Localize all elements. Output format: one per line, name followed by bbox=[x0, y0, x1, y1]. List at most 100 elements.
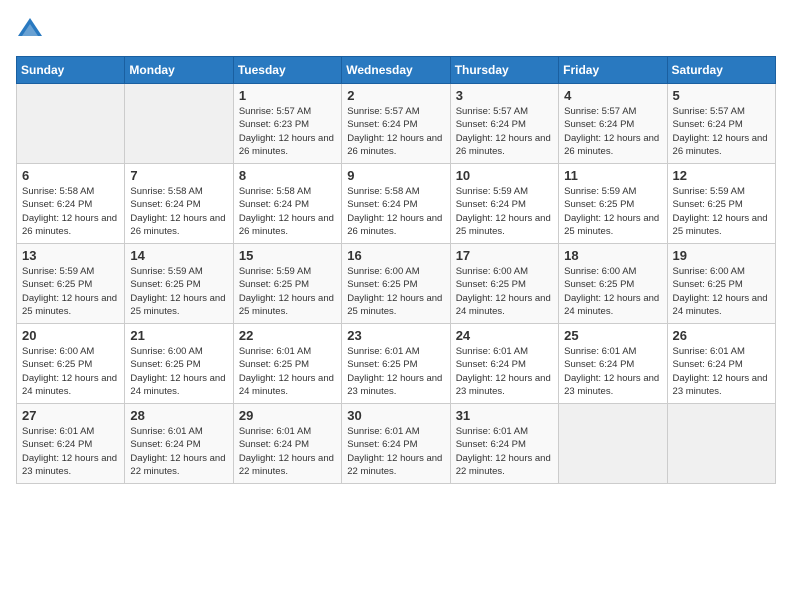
sunrise: Sunrise: 6:00 AM bbox=[347, 265, 444, 278]
sunrise: Sunrise: 6:00 AM bbox=[130, 345, 227, 358]
sunset: Sunset: 6:24 PM bbox=[456, 438, 553, 451]
sunset: Sunset: 6:24 PM bbox=[456, 118, 553, 131]
sunset: Sunset: 6:25 PM bbox=[673, 198, 770, 211]
calendar-cell: 28 Sunrise: 6:01 AM Sunset: 6:24 PM Dayl… bbox=[125, 404, 233, 484]
daylight: Daylight: 12 hours and 22 minutes. bbox=[347, 452, 444, 479]
daylight: Daylight: 12 hours and 26 minutes. bbox=[456, 132, 553, 159]
sunset: Sunset: 6:24 PM bbox=[456, 358, 553, 371]
daylight: Daylight: 12 hours and 26 minutes. bbox=[673, 132, 770, 159]
day-info: Sunrise: 6:01 AM Sunset: 6:24 PM Dayligh… bbox=[347, 425, 444, 478]
calendar-cell: 9 Sunrise: 5:58 AM Sunset: 6:24 PM Dayli… bbox=[342, 164, 450, 244]
day-number: 27 bbox=[22, 408, 119, 423]
sunset: Sunset: 6:25 PM bbox=[564, 198, 661, 211]
calendar-cell: 6 Sunrise: 5:58 AM Sunset: 6:24 PM Dayli… bbox=[17, 164, 125, 244]
day-number: 13 bbox=[22, 248, 119, 263]
sunrise: Sunrise: 5:57 AM bbox=[239, 105, 336, 118]
weekday-header-friday: Friday bbox=[559, 57, 667, 84]
day-info: Sunrise: 5:59 AM Sunset: 6:25 PM Dayligh… bbox=[22, 265, 119, 318]
day-info: Sunrise: 5:59 AM Sunset: 6:24 PM Dayligh… bbox=[456, 185, 553, 238]
weekday-header-thursday: Thursday bbox=[450, 57, 558, 84]
daylight: Daylight: 12 hours and 23 minutes. bbox=[673, 372, 770, 399]
daylight: Daylight: 12 hours and 24 minutes. bbox=[456, 292, 553, 319]
daylight: Daylight: 12 hours and 22 minutes. bbox=[239, 452, 336, 479]
calendar-cell: 16 Sunrise: 6:00 AM Sunset: 6:25 PM Dayl… bbox=[342, 244, 450, 324]
calendar-cell: 5 Sunrise: 5:57 AM Sunset: 6:24 PM Dayli… bbox=[667, 84, 775, 164]
sunset: Sunset: 6:24 PM bbox=[456, 198, 553, 211]
sunset: Sunset: 6:24 PM bbox=[564, 118, 661, 131]
sunrise: Sunrise: 6:01 AM bbox=[456, 425, 553, 438]
sunrise: Sunrise: 5:58 AM bbox=[22, 185, 119, 198]
sunset: Sunset: 6:25 PM bbox=[673, 278, 770, 291]
day-number: 12 bbox=[673, 168, 770, 183]
daylight: Daylight: 12 hours and 25 minutes. bbox=[347, 292, 444, 319]
daylight: Daylight: 12 hours and 24 minutes. bbox=[564, 292, 661, 319]
calendar-cell: 25 Sunrise: 6:01 AM Sunset: 6:24 PM Dayl… bbox=[559, 324, 667, 404]
calendar-cell: 15 Sunrise: 5:59 AM Sunset: 6:25 PM Dayl… bbox=[233, 244, 341, 324]
sunset: Sunset: 6:24 PM bbox=[22, 198, 119, 211]
day-number: 18 bbox=[564, 248, 661, 263]
calendar-cell bbox=[125, 84, 233, 164]
sunset: Sunset: 6:24 PM bbox=[22, 438, 119, 451]
day-info: Sunrise: 6:01 AM Sunset: 6:24 PM Dayligh… bbox=[456, 345, 553, 398]
daylight: Daylight: 12 hours and 26 minutes. bbox=[239, 212, 336, 239]
sunrise: Sunrise: 5:58 AM bbox=[347, 185, 444, 198]
daylight: Daylight: 12 hours and 26 minutes. bbox=[130, 212, 227, 239]
day-number: 2 bbox=[347, 88, 444, 103]
weekday-header-tuesday: Tuesday bbox=[233, 57, 341, 84]
calendar-cell: 17 Sunrise: 6:00 AM Sunset: 6:25 PM Dayl… bbox=[450, 244, 558, 324]
daylight: Daylight: 12 hours and 25 minutes. bbox=[456, 212, 553, 239]
sunset: Sunset: 6:24 PM bbox=[239, 438, 336, 451]
day-info: Sunrise: 5:57 AM Sunset: 6:24 PM Dayligh… bbox=[456, 105, 553, 158]
day-info: Sunrise: 5:58 AM Sunset: 6:24 PM Dayligh… bbox=[22, 185, 119, 238]
sunset: Sunset: 6:24 PM bbox=[130, 198, 227, 211]
sunrise: Sunrise: 6:01 AM bbox=[347, 425, 444, 438]
day-number: 23 bbox=[347, 328, 444, 343]
daylight: Daylight: 12 hours and 22 minutes. bbox=[130, 452, 227, 479]
day-number: 10 bbox=[456, 168, 553, 183]
daylight: Daylight: 12 hours and 23 minutes. bbox=[347, 372, 444, 399]
day-info: Sunrise: 5:59 AM Sunset: 6:25 PM Dayligh… bbox=[239, 265, 336, 318]
sunrise: Sunrise: 6:01 AM bbox=[130, 425, 227, 438]
sunset: Sunset: 6:24 PM bbox=[239, 198, 336, 211]
sunrise: Sunrise: 6:00 AM bbox=[564, 265, 661, 278]
sunrise: Sunrise: 5:59 AM bbox=[456, 185, 553, 198]
daylight: Daylight: 12 hours and 24 minutes. bbox=[673, 292, 770, 319]
daylight: Daylight: 12 hours and 24 minutes. bbox=[130, 372, 227, 399]
day-number: 22 bbox=[239, 328, 336, 343]
day-number: 26 bbox=[673, 328, 770, 343]
daylight: Daylight: 12 hours and 22 minutes. bbox=[456, 452, 553, 479]
sunrise: Sunrise: 5:59 AM bbox=[22, 265, 119, 278]
day-number: 20 bbox=[22, 328, 119, 343]
sunset: Sunset: 6:24 PM bbox=[673, 358, 770, 371]
day-info: Sunrise: 5:58 AM Sunset: 6:24 PM Dayligh… bbox=[130, 185, 227, 238]
day-number: 14 bbox=[130, 248, 227, 263]
logo-icon bbox=[16, 16, 44, 44]
day-info: Sunrise: 6:00 AM Sunset: 6:25 PM Dayligh… bbox=[130, 345, 227, 398]
sunrise: Sunrise: 6:00 AM bbox=[673, 265, 770, 278]
calendar-cell: 24 Sunrise: 6:01 AM Sunset: 6:24 PM Dayl… bbox=[450, 324, 558, 404]
sunset: Sunset: 6:25 PM bbox=[130, 358, 227, 371]
day-info: Sunrise: 6:01 AM Sunset: 6:25 PM Dayligh… bbox=[239, 345, 336, 398]
day-number: 6 bbox=[22, 168, 119, 183]
day-info: Sunrise: 6:01 AM Sunset: 6:24 PM Dayligh… bbox=[239, 425, 336, 478]
daylight: Daylight: 12 hours and 26 minutes. bbox=[239, 132, 336, 159]
day-info: Sunrise: 6:00 AM Sunset: 6:25 PM Dayligh… bbox=[456, 265, 553, 318]
sunrise: Sunrise: 6:01 AM bbox=[239, 425, 336, 438]
day-number: 28 bbox=[130, 408, 227, 423]
day-number: 25 bbox=[564, 328, 661, 343]
calendar-cell: 7 Sunrise: 5:58 AM Sunset: 6:24 PM Dayli… bbox=[125, 164, 233, 244]
day-info: Sunrise: 6:01 AM Sunset: 6:24 PM Dayligh… bbox=[564, 345, 661, 398]
calendar-table: SundayMondayTuesdayWednesdayThursdayFrid… bbox=[16, 56, 776, 484]
day-info: Sunrise: 6:01 AM Sunset: 6:25 PM Dayligh… bbox=[347, 345, 444, 398]
day-number: 17 bbox=[456, 248, 553, 263]
day-info: Sunrise: 6:00 AM Sunset: 6:25 PM Dayligh… bbox=[673, 265, 770, 318]
sunset: Sunset: 6:25 PM bbox=[239, 358, 336, 371]
sunset: Sunset: 6:24 PM bbox=[347, 198, 444, 211]
day-info: Sunrise: 6:01 AM Sunset: 6:24 PM Dayligh… bbox=[673, 345, 770, 398]
calendar-cell: 8 Sunrise: 5:58 AM Sunset: 6:24 PM Dayli… bbox=[233, 164, 341, 244]
day-info: Sunrise: 5:57 AM Sunset: 6:24 PM Dayligh… bbox=[564, 105, 661, 158]
weekday-header-monday: Monday bbox=[125, 57, 233, 84]
weekday-header-saturday: Saturday bbox=[667, 57, 775, 84]
calendar-cell: 4 Sunrise: 5:57 AM Sunset: 6:24 PM Dayli… bbox=[559, 84, 667, 164]
sunrise: Sunrise: 5:57 AM bbox=[347, 105, 444, 118]
